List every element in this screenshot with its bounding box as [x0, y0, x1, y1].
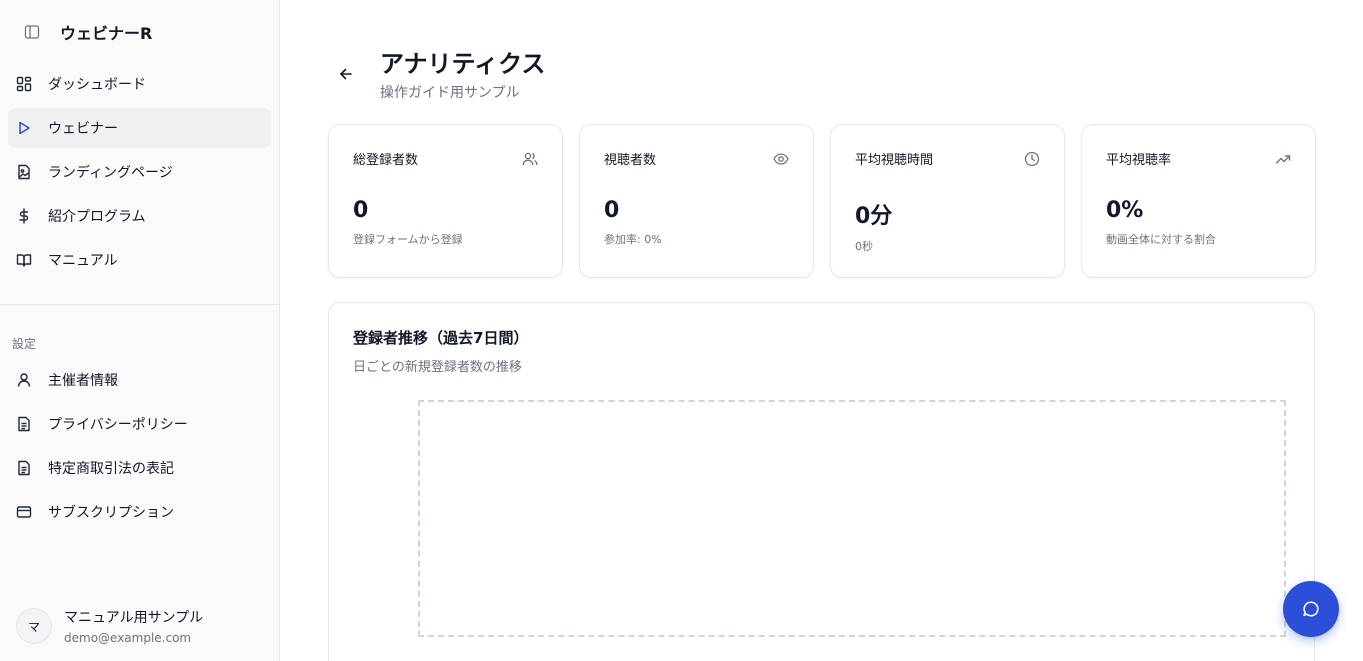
stats-row: 総登録者数 0 登録フォームから登録 視聴者数 0 参加率: 0% 平均視聴時間 — [328, 124, 1316, 278]
sidebar-divider — [0, 304, 279, 305]
sidebar-item-referral[interactable]: 紹介プログラム — [8, 196, 271, 236]
brand-name: ウェビナーR — [60, 24, 153, 43]
stat-card-avg-watch-rate: 平均視聴率 0% 動画全体に対する割合 — [1081, 124, 1316, 278]
sidebar-item-subscription[interactable]: サブスクリプション — [8, 492, 271, 532]
main-content: アナリティクス 操作ガイド用サンプル 総登録者数 0 登録フォームから登録 視聴… — [280, 0, 1363, 661]
page-subtitle: 操作ガイド用サンプル — [380, 85, 520, 101]
sidebar-item-webinar[interactable]: ウェビナー — [8, 108, 271, 148]
dashboard-icon — [16, 76, 32, 92]
users-icon — [522, 151, 538, 167]
stat-label: 総登録者数 — [353, 153, 419, 168]
book-open-icon — [16, 252, 32, 268]
stat-card-viewers: 視聴者数 0 参加率: 0% — [579, 124, 814, 278]
stat-label: 平均視聴率 — [1106, 153, 1172, 168]
sidebar-item-label: 特定商取引法の表記 — [48, 461, 174, 477]
stat-value: 0% — [1106, 198, 1144, 223]
stat-note: 動画全体に対する割合 — [1106, 233, 1216, 246]
sidebar-item-commerce-law[interactable]: 特定商取引法の表記 — [8, 448, 271, 488]
user-icon — [16, 372, 32, 388]
file-text-icon — [16, 460, 32, 476]
sidebar-item-landing-page[interactable]: ランディングページ — [8, 152, 271, 192]
avatar: マ — [16, 608, 52, 644]
sidebar-item-privacy-policy[interactable]: プライバシーポリシー — [8, 404, 271, 444]
clock-icon — [1024, 151, 1040, 167]
chart-description: 日ごとの新規登録者数の推移 — [353, 360, 522, 375]
sidebar-header: ウェビナーR — [0, 0, 279, 64]
stat-note: 0秒 — [855, 240, 873, 253]
sidebar-item-dashboard[interactable]: ダッシュボード — [8, 64, 271, 104]
sidebar-item-label: ウェビナー — [48, 121, 118, 137]
stat-card-avg-watch-time: 平均視聴時間 0分 0秒 — [830, 124, 1065, 278]
page-titles: アナリティクス 操作ガイド用サンプル — [380, 48, 545, 102]
stat-value: 0分 — [855, 204, 893, 229]
trending-up-icon — [1275, 151, 1291, 167]
chat-button[interactable] — [1283, 581, 1339, 637]
sidebar-item-label: 主催者情報 — [48, 373, 118, 389]
sidebar-item-label: プライバシーポリシー — [48, 417, 188, 433]
play-icon — [16, 120, 32, 136]
dollar-icon — [16, 208, 32, 224]
credit-card-icon — [16, 504, 32, 520]
eye-icon — [773, 151, 789, 167]
arrow-left-icon — [340, 68, 352, 80]
stat-label: 平均視聴時間 — [855, 153, 934, 168]
page-title: アナリティクス — [380, 50, 546, 78]
sidebar: ウェビナーR ダッシュボード ウェビナー ランディングページ 紹介プログラム マ… — [0, 0, 280, 661]
main-nav: ダッシュボード ウェビナー ランディングページ 紹介プログラム マニュアル — [0, 64, 279, 280]
message-circle-icon — [1303, 601, 1319, 617]
sidebar-item-label: ランディングページ — [48, 165, 173, 181]
sidebar-item-label: サブスクリプション — [48, 505, 174, 521]
user-name: マニュアル用サンプル — [64, 610, 204, 626]
file-image-icon — [16, 164, 32, 180]
settings-nav: 主催者情報 プライバシーポリシー 特定商取引法の表記 サブスクリプション — [0, 360, 279, 536]
user-email: demo@example.com — [64, 631, 192, 645]
registrant-trend-card: 登録者推移（過去7日間） 日ごとの新規登録者数の推移 — [328, 302, 1315, 661]
sidebar-item-manual[interactable]: マニュアル — [8, 240, 271, 280]
stat-value: 0 — [604, 198, 620, 223]
user-profile[interactable]: マ マニュアル用サンプル demo@example.com — [16, 607, 203, 645]
stat-card-total-registrants: 総登録者数 0 登録フォームから登録 — [328, 124, 563, 278]
settings-section-label: 設定 — [12, 337, 37, 351]
stat-note: 登録フォームから登録 — [353, 233, 463, 246]
file-text-icon — [16, 416, 32, 432]
sidebar-item-label: 紹介プログラム — [48, 209, 146, 225]
page-header: アナリティクス 操作ガイド用サンプル — [336, 48, 545, 102]
app-root: ウェビナーR ダッシュボード ウェビナー ランディングページ 紹介プログラム マ… — [0, 0, 1363, 661]
back-button[interactable] — [336, 64, 356, 84]
sidebar-item-label: ダッシュボード — [48, 77, 146, 93]
stat-note: 参加率: 0% — [604, 233, 662, 246]
chart-placeholder — [418, 400, 1286, 637]
sidebar-item-label: マニュアル — [48, 253, 118, 269]
chart-title: 登録者推移（過去7日間） — [353, 329, 529, 347]
stat-label: 視聴者数 — [604, 153, 657, 168]
sidebar-toggle-icon[interactable] — [22, 22, 42, 42]
user-info: マニュアル用サンプル demo@example.com — [64, 607, 203, 645]
sidebar-item-organizer-info[interactable]: 主催者情報 — [8, 360, 271, 400]
stat-value: 0 — [353, 198, 369, 223]
